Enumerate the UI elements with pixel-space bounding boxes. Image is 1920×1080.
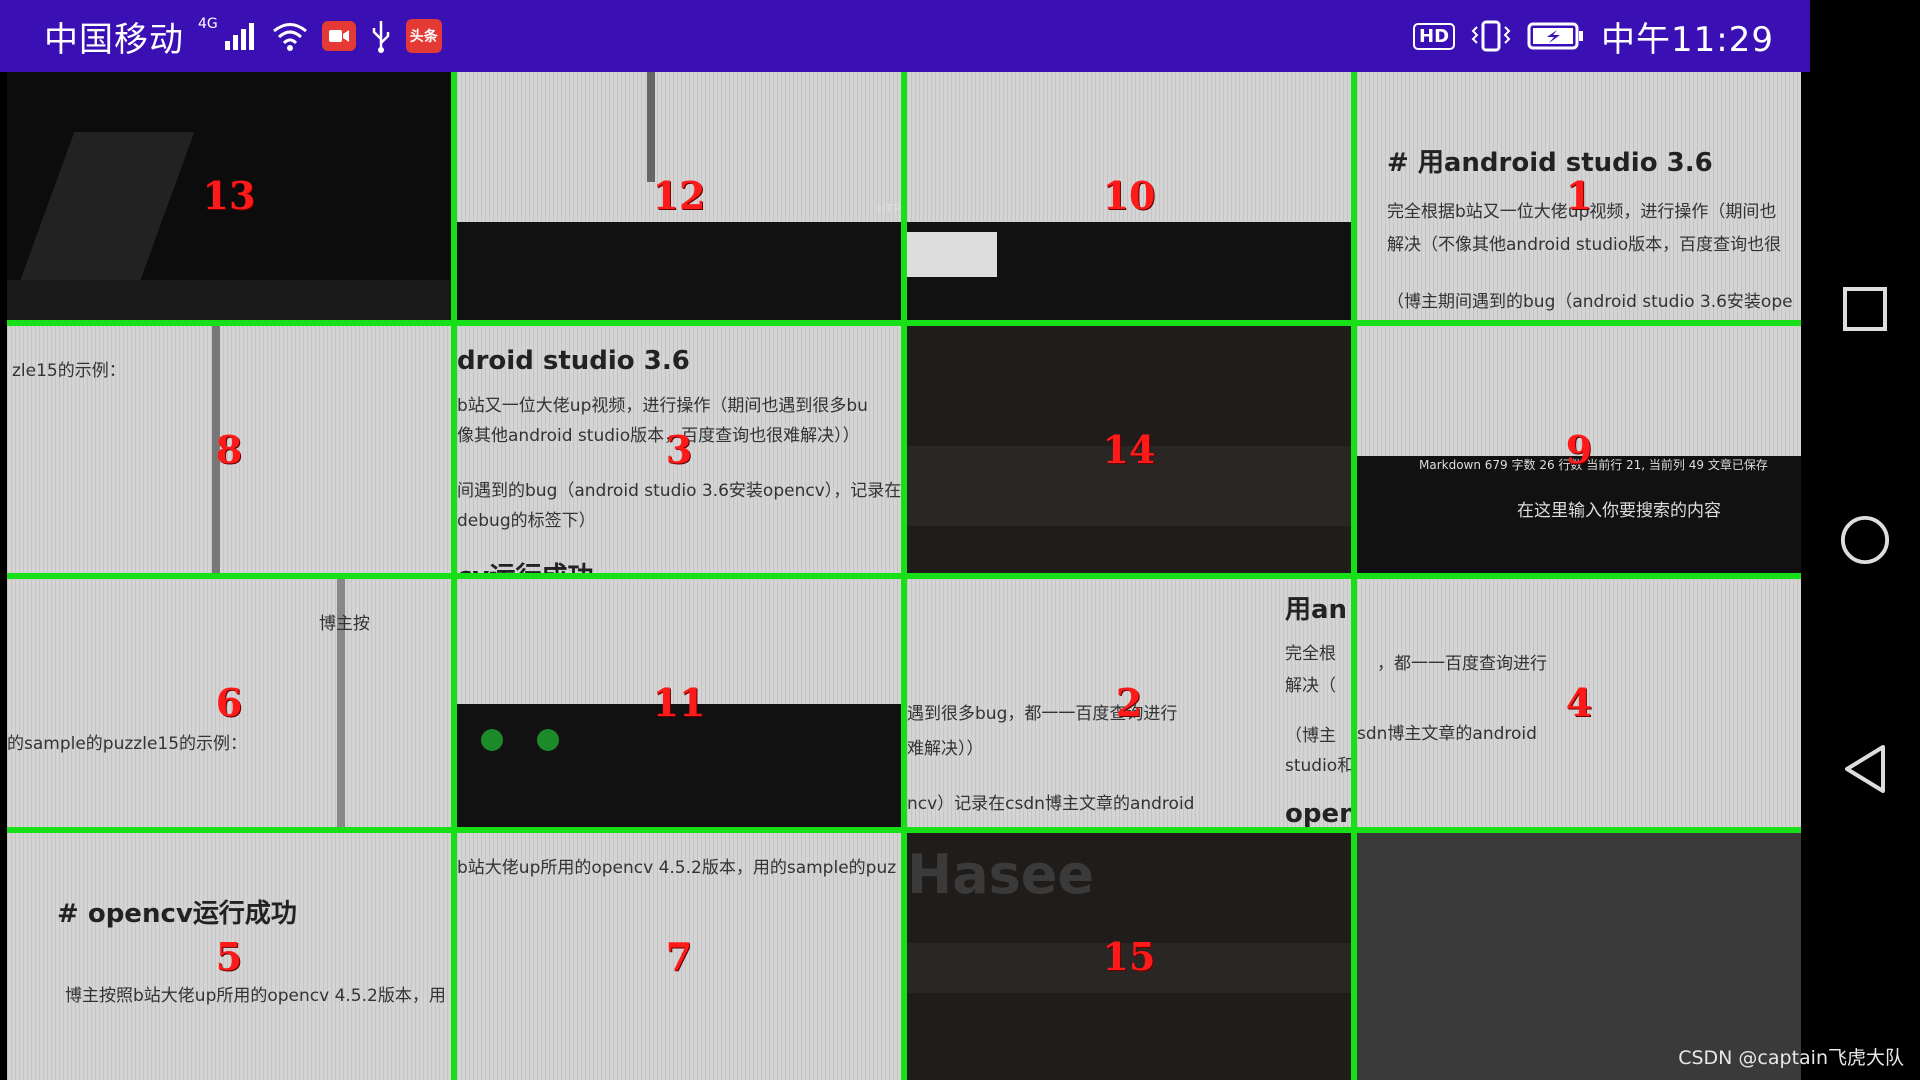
carrier-name: 中国移动: [44, 19, 184, 60]
clock: 中午11:29: [1601, 19, 1774, 60]
tile-screen-text: sdn博主文章的android: [1357, 724, 1537, 744]
tile-number: 5: [215, 933, 243, 979]
tile-screen-text: b站又一位大佬up视频，进行操作（期间也遇到很多bu: [457, 395, 868, 416]
back-button[interactable]: [1840, 744, 1890, 794]
tile-screen-text: 完全根: [1285, 644, 1336, 664]
network-type: 4G: [198, 16, 218, 32]
puzzle-tile-12[interactable]: HTP 11:27:45 12: [457, 72, 901, 320]
tile-screen-text: 像其他android studio版本，百度查询也很难解决））: [457, 425, 860, 446]
tile-screen-text: Hasee: [907, 842, 1095, 906]
puzzle-tile-11[interactable]: 11: [457, 579, 901, 827]
tile-screen-text: 在这里输入你要搜索的内容: [1517, 500, 1721, 521]
tile-screen-text: # opencv运行成功: [57, 898, 297, 929]
tile-number: 7: [665, 933, 693, 979]
tile-screen-text: ncv）记录在csdn博主文章的android: [907, 794, 1195, 814]
tile-screen-text: Markdown 679 字数 26 行数 当前行 21, 当前列 49 文章已…: [1419, 457, 1768, 472]
tile-screen-text: 博主按: [319, 614, 370, 634]
wifi-icon: [272, 23, 307, 51]
square-icon: [1843, 287, 1887, 331]
tile-screen-text: studio和: [1285, 756, 1351, 776]
triangle-back-icon: [1845, 745, 1885, 793]
puzzle-tile-5[interactable]: # opencv运行成功博主按照b站大佬up所用的opencv 4.5.2版本，…: [7, 832, 451, 1080]
tile-screen-text: b站大佬up所用的opencv 4.5.2版本，用的sample的puz: [457, 857, 897, 878]
puzzle-tile-10[interactable]: 10: [907, 72, 1351, 320]
hd-voice-icon: HD: [1413, 22, 1456, 50]
tile-screen-text: # 用android studio 3.6: [1387, 148, 1713, 178]
navigation-bar: [1810, 0, 1920, 1080]
status-bar: 中国移动 4G 头条 HD 中午11:29: [0, 0, 1810, 72]
circle-icon: [1840, 515, 1890, 565]
puzzle-tile-8[interactable]: zle15的示例： 8: [7, 325, 451, 573]
puzzle-tile-4[interactable]: ，都一一百度查询进行 sdn博主文章的android 4: [1357, 579, 1801, 827]
battery-icon: [1527, 22, 1584, 50]
tile-screen-text: cv运行成功: [457, 556, 593, 574]
tile-screen-text: 解决（: [1285, 676, 1336, 696]
tile-number: 8: [215, 426, 243, 472]
puzzle-tile-1[interactable]: # 用android studio 3.6 完全根据b站又一位大佬up视频，进行操…: [1357, 72, 1801, 320]
watermark: CSDN @captain飞虎大队: [1678, 1047, 1904, 1069]
puzzle-tile-3[interactable]: droid studio 3.6 b站又一位大佬up视频，进行操作（期间也遇到很多…: [457, 325, 901, 574]
home-button[interactable]: [1840, 515, 1890, 565]
tile-number: 4: [1565, 680, 1593, 726]
puzzle-tile-2[interactable]: 用an 完全根 解决（ 遇到很多bug，都一一百度查询进行 难解决）） （博主 studio…: [907, 579, 1351, 827]
puzzle-tile-7[interactable]: b站大佬up所用的opencv 4.5.2版本，用的sample的puz 7: [457, 832, 901, 1080]
tile-screen-text: open: [1285, 799, 1351, 827]
tile-number: 13: [202, 173, 256, 219]
tile-screen-text: （博主期间遇到的bug（android studio 3.6安装ope: [1387, 292, 1793, 312]
puzzle-tile-9[interactable]: Markdown 679 字数 26 行数 当前行 21, 当前列 49 文章已…: [1357, 325, 1801, 573]
tile-number: 11: [652, 680, 706, 726]
tile-number: 6: [215, 680, 243, 726]
tile-screen-text: droid studio 3.6: [457, 345, 690, 376]
puzzle-tile-6[interactable]: 博主按的sample的puzzle15的示例： 6: [7, 579, 451, 827]
tile-screen-text: 难解决））: [907, 739, 984, 759]
news-app-icon: 头条: [405, 19, 442, 53]
tile-number: 3: [665, 426, 693, 472]
tile-screen-text: （博主: [1285, 726, 1336, 746]
tile-number: 15: [1102, 933, 1156, 979]
tile-number: 1: [1565, 173, 1593, 219]
tile-screen-text: ，都一一百度查询进行: [1377, 654, 1547, 674]
screen-record-icon: [321, 21, 356, 51]
puzzle-tile-13[interactable]: 13: [7, 72, 451, 320]
tile-screen-text: debug的标签下）: [457, 510, 596, 531]
tile-screen-text: 博主按照b站大佬up所用的opencv 4.5.2版本，用: [65, 985, 446, 1006]
tile-screen-text: zle15的示例：: [12, 360, 126, 381]
tile-number: 10: [1102, 173, 1156, 219]
tile-number: 9: [1565, 426, 1593, 472]
tile-screen-text: 间遇到的bug（android studio 3.6安装opencv），记录在: [457, 480, 901, 501]
tile-number: 12: [652, 173, 706, 219]
puzzle-tile-14[interactable]: 14: [907, 325, 1351, 573]
recents-button[interactable]: [1840, 284, 1890, 334]
signal-icon: [224, 23, 254, 50]
usb-icon: [372, 21, 390, 53]
tile-screen-text: HTP 11:27:45: [877, 202, 901, 216]
puzzle-tile-15[interactable]: Hasee 15: [907, 832, 1351, 1080]
tile-number: 14: [1102, 426, 1156, 472]
vibrate-icon: [1471, 20, 1511, 52]
tile-screen-text: 解决（不像其他android studio版本，百度查询也很: [1387, 235, 1782, 255]
puzzle15-board[interactable]: 13HTP 11:27:451210# 用android studio 3.6完…: [7, 72, 1801, 1080]
tile-screen-text: 的sample的puzzle15的示例：: [7, 734, 248, 754]
tile-screen-text: 用an: [1285, 595, 1348, 625]
tile-number: 2: [1115, 680, 1143, 726]
